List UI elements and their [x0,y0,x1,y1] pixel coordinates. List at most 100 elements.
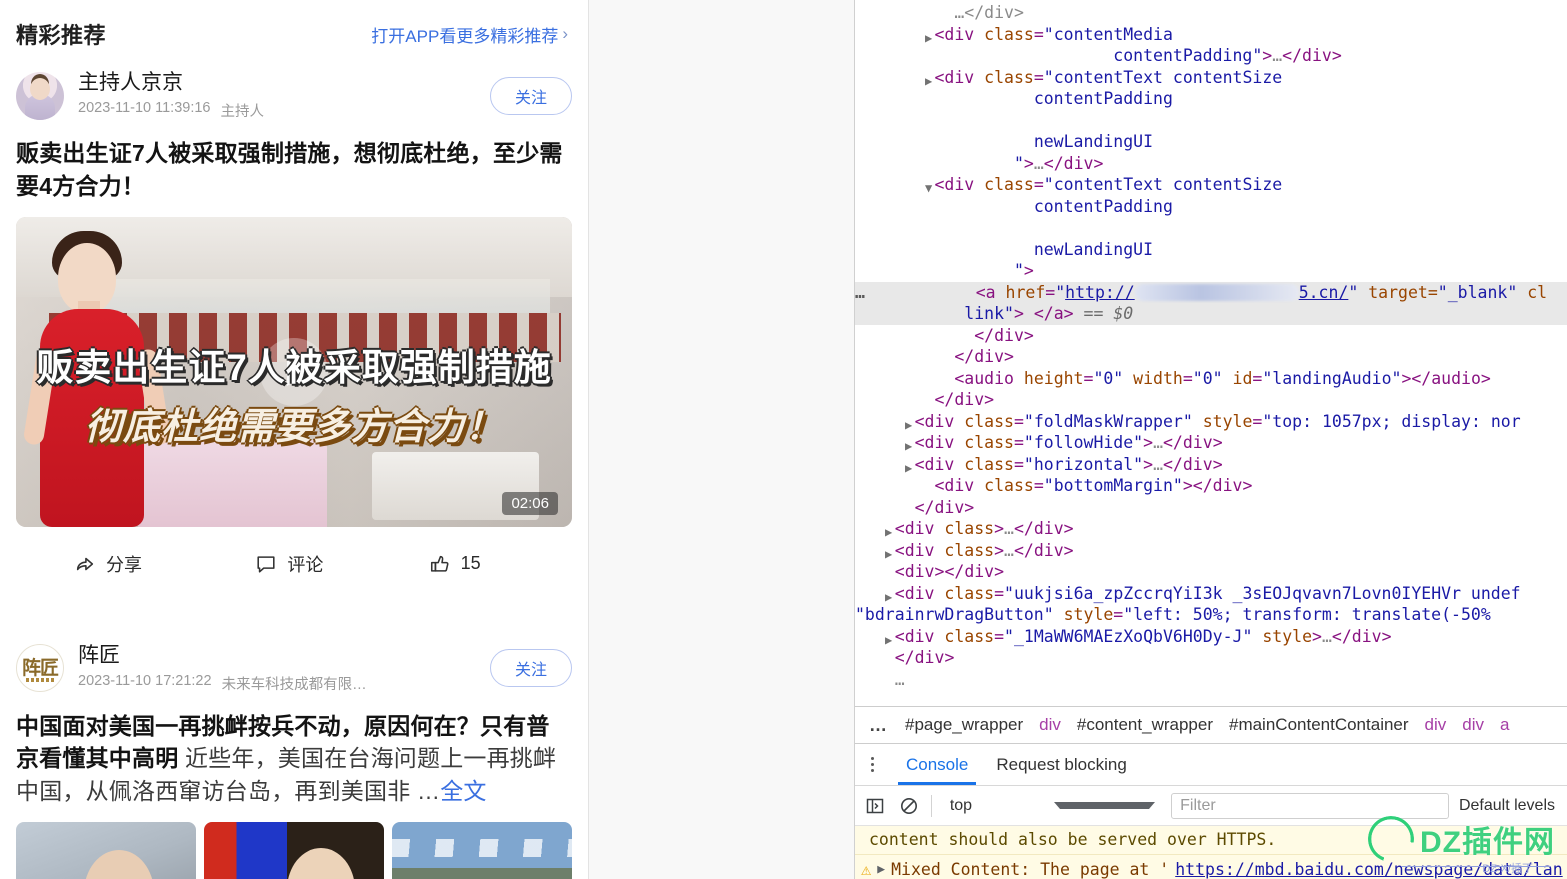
warning-text: Mixed Content: The page at ' [891,860,1170,879]
dom-tree-line[interactable]: ▶ <div class>…</div> [855,518,1567,540]
dom-tree-line[interactable]: <div></div> [855,561,1567,583]
dom-tree-line[interactable]: ▶ <div class="horizontal">…</div> [855,454,1567,476]
dom-tree-selected-line-2[interactable]: link"> </a> == $0 [855,303,1567,325]
dom-tree-line[interactable]: </div> [855,325,1567,347]
dom-token: > [1242,476,1253,495]
dom-token: > [1023,261,1034,280]
dom-token: class [934,583,995,603]
dom-token: "uukjsi6a_zpZccrqYiI3k _3sEOJqvavn7Lovn0… [1004,583,1521,603]
like-action[interactable]: 15 [399,551,572,577]
dom-tree-line[interactable]: contentPadding [855,88,1567,110]
dom-tree-line[interactable]: contentPadding [855,196,1567,218]
breadcrumb[interactable]: … #page_wrapper div #content_wrapper #mainCo… [855,706,1567,744]
console-message-warning[interactable]: ⚠ ▶ Mixed Content: The page at ' https://… [855,855,1567,879]
dom-tree-line[interactable]: "bdrainrwDragButton" style="left: 50%; t… [855,604,1567,626]
follow-button[interactable]: 关注 [490,649,572,688]
breadcrumb-overflow[interactable]: … [869,715,889,736]
drawer-tab-bar: Console Request blocking [855,744,1567,786]
feed-title-2[interactable]: 中国面对美国一再挑衅按兵不动，原因何在？只有普京看懂其中高明 近些年，美国在台海… [16,710,572,808]
more-options-icon[interactable] [865,757,882,772]
dom-tree-line[interactable]: newLandingUI [855,131,1567,153]
dom-tree-line[interactable]: </div> [855,497,1567,519]
tab-request-blocking[interactable]: Request blocking [992,745,1130,784]
breadcrumb-item[interactable]: #content_wrapper [1077,715,1213,735]
dom-tree-line[interactable]: <div class="bottomMargin"></div> [855,475,1567,497]
dom-tree-line[interactable]: newLandingUI [855,239,1567,261]
dom-tree-line[interactable]: </div> [855,647,1567,669]
dom-token: … [1153,433,1163,452]
elements-dom-tree[interactable]: …</div> ▶ <div class="contentMedia conten… [855,0,1567,706]
video-card[interactable]: 贩卖出生证7人被采取强制措施 彻底杜绝需要多方合力！ 02:06 [16,216,572,527]
dom-token: > [1212,433,1223,452]
dom-tree-selected-line[interactable]: … <a href="http://5.cn/" target="_blank"… [855,281,1567,303]
dom-token: = [1033,175,1044,194]
dom-tree-line[interactable]: ">…</div> [855,153,1567,175]
dom-token: </ [1411,368,1432,388]
warning-url[interactable]: https://mbd.baidu.com/newspage/data/lan [1175,857,1562,879]
console-context-selector[interactable]: top [942,797,1161,815]
author-name[interactable]: 阵匠 [78,643,490,669]
dom-tree-line[interactable]: …</div> [855,2,1567,24]
breadcrumb-item[interactable]: #mainContentContainer [1229,715,1409,735]
dom-tree-line[interactable]: ▶ <div class="_1MaWW6MAEzXoQbV6H0Dy-J" st… [855,626,1567,648]
dom-token: "_blank" [1437,282,1518,302]
full-text-link[interactable]: 全文 [440,778,486,804]
clear-console-icon[interactable] [897,793,921,819]
dom-tree-line[interactable]: ▶ <div class="uukjsi6a_zpZccrqYiI3k _3sEO… [855,583,1567,605]
tab-console[interactable]: Console [897,745,977,785]
dom-token: > [1023,325,1034,345]
dom-tree-line[interactable]: ▶ <div class="contentText contentSize [855,67,1567,89]
dom-tree-line[interactable] [855,110,1567,132]
share-action[interactable]: 分享 [16,551,217,577]
action-bar: 分享 评论 15 [16,545,572,587]
console-filter-input[interactable]: Filter [1171,792,1449,819]
comment-action[interactable]: 评论 [217,551,398,577]
dom-tree-line[interactable] [855,217,1567,239]
avatar[interactable] [16,71,64,120]
console-toolbar: top Filter Default levels [855,786,1567,826]
breadcrumb-item[interactable]: a [1500,715,1509,735]
thumbnail-row [16,821,572,879]
dom-token: > [1063,304,1074,323]
video-caption-line2: 彻底杜绝需要多方合力！ [85,406,503,448]
dom-token: style [1252,626,1313,646]
dom-token: < [975,282,986,302]
dom-token: = [1013,411,1024,431]
breadcrumb-item[interactable]: div [1425,715,1447,735]
dom-tree-line[interactable]: ▶ <div class="foldMaskWrapper" style="top… [855,411,1567,433]
feed-title-1[interactable]: 贩卖出生证7人被采取强制措施，想彻底杜绝，至少需要4方合力！ [16,137,572,202]
thumbnail-2[interactable] [204,821,384,879]
breadcrumb-item[interactable]: div [1039,715,1061,735]
log-levels-selector[interactable]: Default levels [1459,797,1559,815]
breadcrumb-item[interactable]: #page_wrapper [905,715,1023,735]
open-app-link[interactable]: 打开APP看更多精彩推荐 › [371,22,568,47]
breadcrumb-item[interactable]: div [1462,715,1484,735]
dom-token: > [1262,46,1273,65]
share-label: 分享 [106,554,142,575]
dom-tree-line[interactable]: <audio height="0" width="0" id="landingA… [855,368,1567,390]
chevron-down-icon [1053,802,1156,809]
warning-icon: ⚠ [861,860,872,879]
thumbnail-3[interactable] [392,821,572,879]
avatar[interactable]: 阵匠 [16,644,64,693]
dom-tree-line[interactable]: ▶ <div class="followHide">…</div> [855,432,1567,454]
dom-tree-line[interactable]: ▼ <div class="contentText contentSize [855,174,1567,196]
link-url[interactable]: http:// [1065,283,1135,302]
dom-token: > [994,562,1005,581]
follow-button[interactable]: 关注 [490,76,572,115]
console-sidebar-icon[interactable] [863,793,887,819]
dom-token: class [974,175,1034,194]
link-url-tail[interactable]: 5.cn/ [1299,283,1349,302]
thumbnail-1[interactable] [16,821,196,879]
dom-tree-line[interactable]: ▶ <div class>…</div> [855,540,1567,562]
dom-tree-line[interactable]: … [855,669,1567,691]
dom-token: class [974,24,1034,44]
console-message-text: content should also be served over HTTPS… [855,826,1567,855]
dom-tree-line[interactable]: ▶ <div class="contentMedia [855,24,1567,46]
dom-tree-line[interactable]: </div> [855,389,1567,411]
dom-tree-line[interactable]: </div> [855,346,1567,368]
expand-arrow-icon[interactable]: ▶ [877,857,885,879]
dom-tree-line[interactable]: "> [855,260,1567,282]
author-name[interactable]: 主持人京京 [78,70,490,96]
dom-tree-line[interactable]: contentPadding">…</div> [855,45,1567,67]
